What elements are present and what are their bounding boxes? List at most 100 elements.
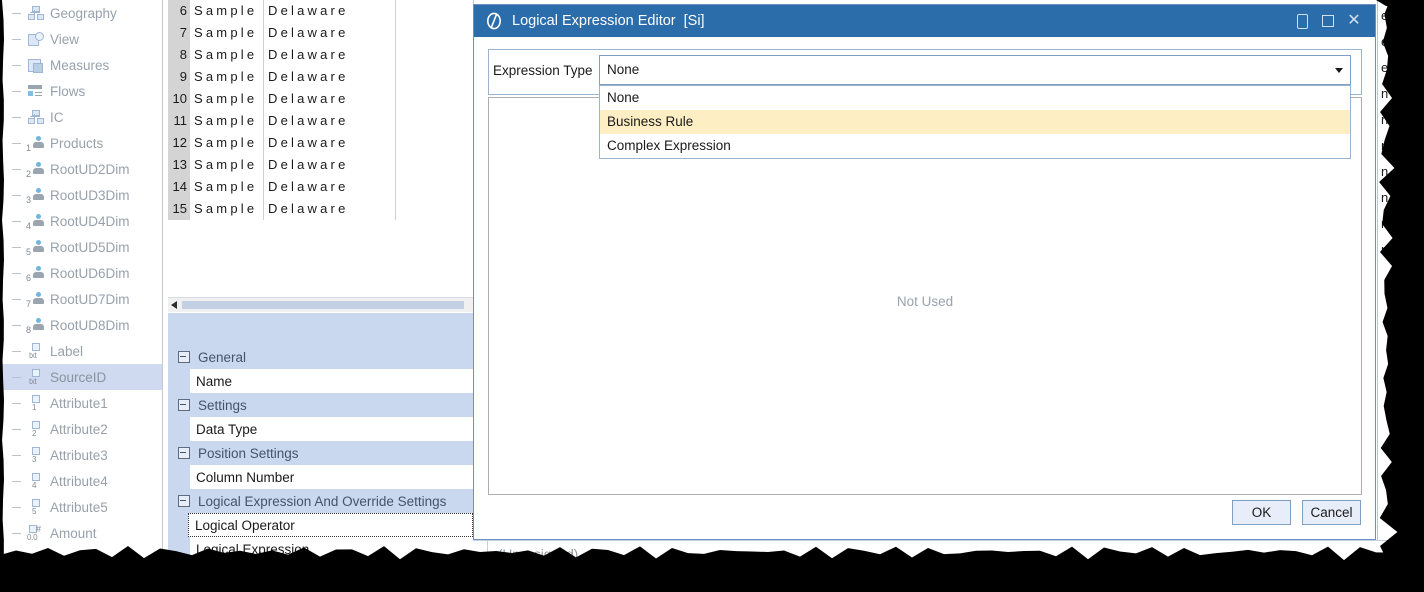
expression-type-combobox[interactable]: None [599,55,1351,85]
properties-panel[interactable]: General Name Settings Data Type Position Set… [168,313,474,560]
tree-item-attribute3[interactable]: 3 Attribute3 [0,442,162,468]
grid-row[interactable]: 11 Sample Delaware [168,110,473,132]
tree-item-label: Amount [50,525,97,541]
dropdown-option[interactable]: Business Rule [600,110,1350,134]
logical-expression-editor-dialog[interactable]: Logical Expression Editor [Si] ✕ Express… [473,4,1376,540]
tree-item-products[interactable]: 1 Products [0,130,162,156]
tree-item-ic[interactable]: IC [0,104,162,130]
attribute-1-icon: 1 [26,395,44,412]
grid-cell-empty[interactable] [396,110,473,132]
tree-item-label: Label [50,343,84,359]
grid-cell[interactable]: Delaware [264,176,396,198]
grid-row[interactable]: 10 Sample Delaware [168,88,473,110]
grid-cell-empty[interactable] [396,0,473,22]
grid-cell[interactable]: Delaware [264,198,396,220]
grid-cell[interactable]: Delaware [264,132,396,154]
grid-row[interactable]: 14 Sample Delaware [168,176,473,198]
tree-item-attribute1[interactable]: 1 Attribute1 [0,390,162,416]
grid-cell-empty[interactable] [396,22,473,44]
dimension-tree-panel[interactable]: Geography View Measures Flows IC 1 Products 2 Ro… [0,0,163,560]
data-grid[interactable]: 6 Sample Delaware 7 Sample Delaware 8 Sample Del… [168,0,474,312]
grid-cell-empty[interactable] [396,154,473,176]
tree-item-amount[interactable]: #0.0 Amount [0,520,162,546]
grid-cell[interactable]: Sample [190,88,264,110]
scrollbar-thumb[interactable] [182,301,464,309]
grid-row[interactable]: 8 Sample Delaware [168,44,473,66]
window-controls[interactable]: ✕ [1289,5,1367,37]
grid-cell[interactable]: Sample [190,154,264,176]
grid-cell-empty[interactable] [396,176,473,198]
expression-type-dropdown-button[interactable] [1328,56,1350,84]
dropdown-option[interactable]: Complex Expression [600,134,1350,158]
grid-horizontal-scrollbar[interactable] [168,297,473,312]
grid-row[interactable]: 12 Sample Delaware [168,132,473,154]
grid-cell[interactable]: Delaware [264,44,396,66]
tree-item-rootud7dim[interactable]: 7 RootUD7Dim [0,286,162,312]
property-row[interactable]: Logical Expression [190,537,473,560]
property-row[interactable]: Data Type [190,417,473,441]
tree-connector [12,91,21,92]
collapse-icon[interactable] [178,495,190,507]
tree-item-view[interactable]: View [0,26,162,52]
property-group-header[interactable]: Settings [168,393,473,417]
grid-cell[interactable]: Delaware [264,154,396,176]
tree-item-rootud2dim[interactable]: 2 RootUD2Dim [0,156,162,182]
minimize-button[interactable] [1289,5,1315,37]
grid-cell[interactable]: Sample [190,176,264,198]
property-row[interactable]: Name [190,369,473,393]
tree-item-measures[interactable]: Measures [0,52,162,78]
tree-item-sourceid[interactable]: txt SourceID [0,364,162,390]
tree-item-attribute2[interactable]: 2 Attribute2 [0,416,162,442]
tree-item-flows[interactable]: Flows [0,78,162,104]
tree-item-geography[interactable]: Geography [0,0,162,26]
property-group-header[interactable]: General [168,345,473,369]
app-screen: Geography View Measures Flows IC 1 Products 2 Ro… [0,0,1424,592]
dialog-title-bar[interactable]: Logical Expression Editor [Si] ✕ [474,5,1375,37]
collapse-icon[interactable] [178,447,190,459]
grid-cell[interactable]: Sample [190,22,264,44]
tree-item-attribute4[interactable]: 4 Attribute4 [0,468,162,494]
dropdown-option[interactable]: None [600,86,1350,110]
attribute-4-icon: 4 [29,473,44,490]
tree-item-rootud4dim[interactable]: 4 RootUD4Dim [0,208,162,234]
tree-item-attribute5[interactable]: 5 Attribute5 [0,494,162,520]
grid-cell[interactable]: Delaware [264,22,396,44]
scroll-left-arrow-icon[interactable] [171,301,177,309]
property-group-header[interactable]: Position Settings [168,441,473,465]
property-group-header[interactable]: Logical Expression And Override Settings [168,489,473,513]
grid-cell[interactable]: Sample [190,198,264,220]
property-row[interactable]: Column Number [190,465,473,489]
close-button[interactable]: ✕ [1341,5,1367,37]
grid-cell[interactable]: Sample [190,44,264,66]
tree-item-rootud8dim[interactable]: 8 RootUD8Dim [0,312,162,338]
cancel-button[interactable]: Cancel [1302,500,1361,525]
grid-row[interactable]: 15 Sample Delaware [168,198,473,220]
property-row[interactable]: Logical Operator [188,513,473,537]
collapse-icon[interactable] [178,399,190,411]
grid-cell-empty[interactable] [396,88,473,110]
grid-cell[interactable]: Sample [190,0,264,22]
grid-cell-empty[interactable] [396,66,473,88]
grid-row[interactable]: 13 Sample Delaware [168,154,473,176]
collapse-icon[interactable] [178,351,190,363]
restore-button[interactable] [1315,5,1341,37]
grid-cell[interactable]: Delaware [264,66,396,88]
grid-cell[interactable]: Delaware [264,0,396,22]
grid-cell-empty[interactable] [396,44,473,66]
grid-cell[interactable]: Delaware [264,88,396,110]
grid-cell[interactable]: Delaware [264,110,396,132]
tree-item-rootud5dim[interactable]: 5 RootUD5Dim [0,234,162,260]
tree-item-rootud3dim[interactable]: 3 RootUD3Dim [0,182,162,208]
expression-type-dropdown-list[interactable]: None Business Rule Complex Expression [599,85,1351,159]
grid-row[interactable]: 9 Sample Delaware [168,66,473,88]
tree-item-rootud6dim[interactable]: 6 RootUD6Dim [0,260,162,286]
grid-cell[interactable]: Sample [190,110,264,132]
grid-cell[interactable]: Sample [190,66,264,88]
grid-cell-empty[interactable] [396,132,473,154]
ok-button[interactable]: OK [1232,500,1291,525]
grid-cell-empty[interactable] [396,198,473,220]
grid-cell[interactable]: Sample [190,132,264,154]
grid-row[interactable]: 7 Sample Delaware [168,22,473,44]
tree-item-label[interactable]: txt Label [0,338,162,364]
grid-row[interactable]: 6 Sample Delaware [168,0,473,22]
